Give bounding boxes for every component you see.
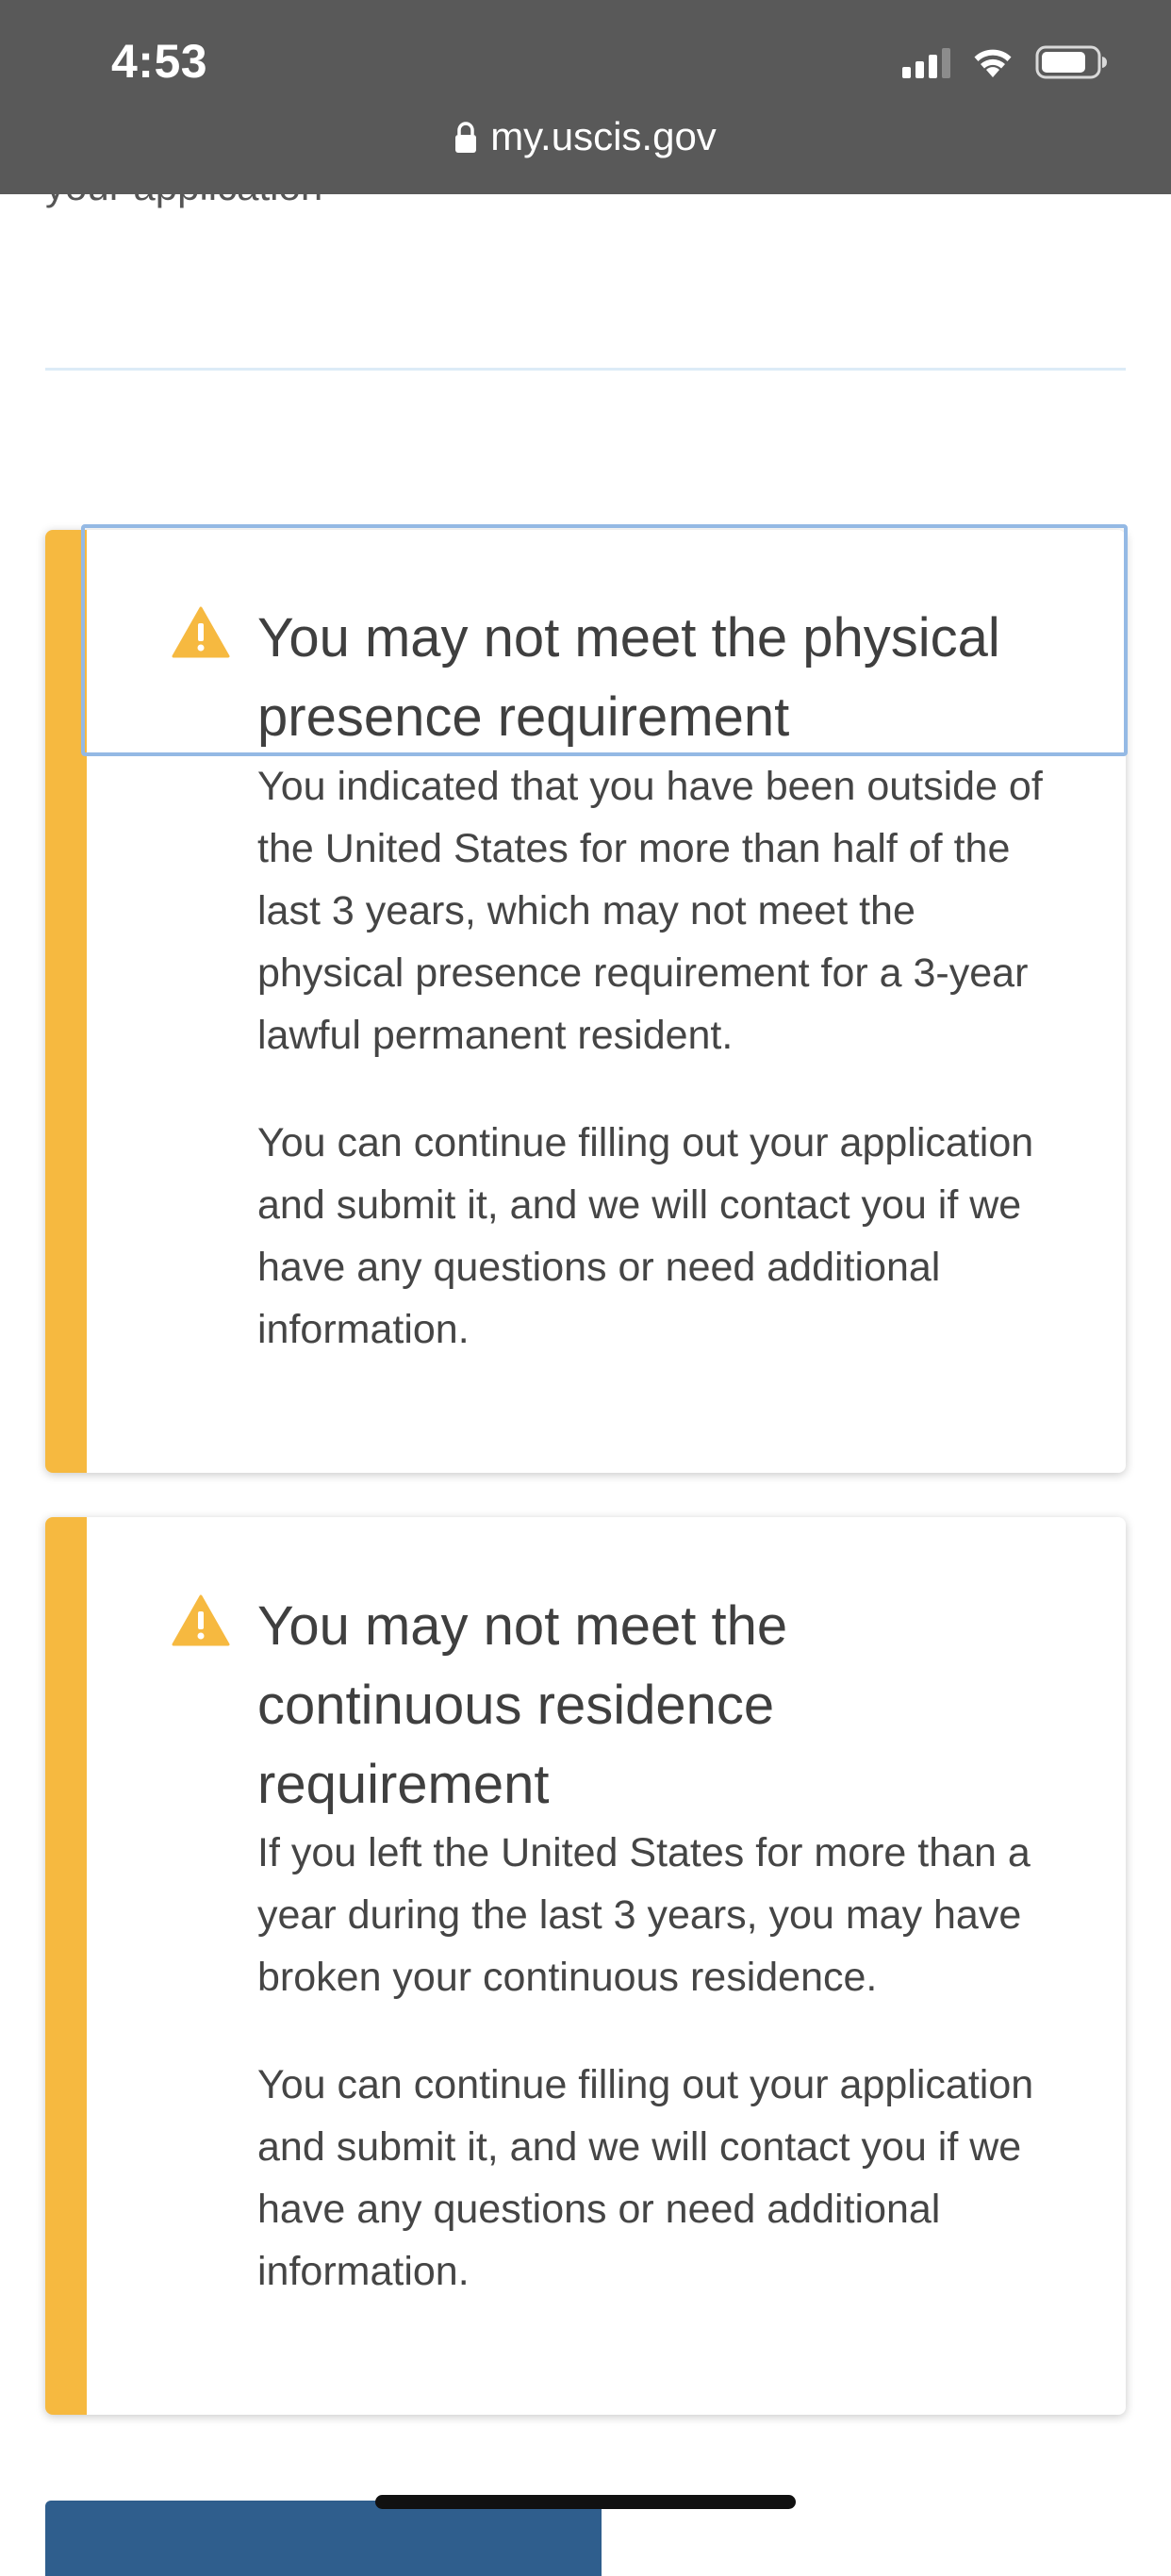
warning-stripe (45, 1517, 87, 2415)
section-divider (45, 368, 1126, 371)
alert-paragraph: You can continue filling out your applic… (257, 2062, 1034, 2294)
warning-icon (172, 1594, 230, 1646)
alert-paragraph: If you left the United States for more t… (257, 1830, 1031, 2000)
status-bar: 4:53 my.uscis.gov (0, 0, 1171, 194)
signal-icon (902, 46, 950, 78)
primary-button[interactable] (45, 2501, 602, 2576)
alert-paragraph: You can continue filling out your applic… (257, 1120, 1034, 1352)
home-indicator (375, 2495, 796, 2509)
battery-icon (1035, 45, 1107, 79)
status-time: 4:53 (111, 35, 208, 88)
lock-icon (455, 122, 477, 153)
status-icons (902, 43, 1109, 81)
address-bar[interactable]: my.uscis.gov (0, 111, 1171, 162)
url-text: my.uscis.gov (490, 114, 717, 158)
focus-ring (81, 524, 1128, 756)
alert-paragraph: You indicated that you have been outside… (257, 764, 1043, 1058)
alert-title: You may not meet the continuous residenc… (257, 1595, 788, 1815)
wifi-icon (974, 49, 1012, 77)
